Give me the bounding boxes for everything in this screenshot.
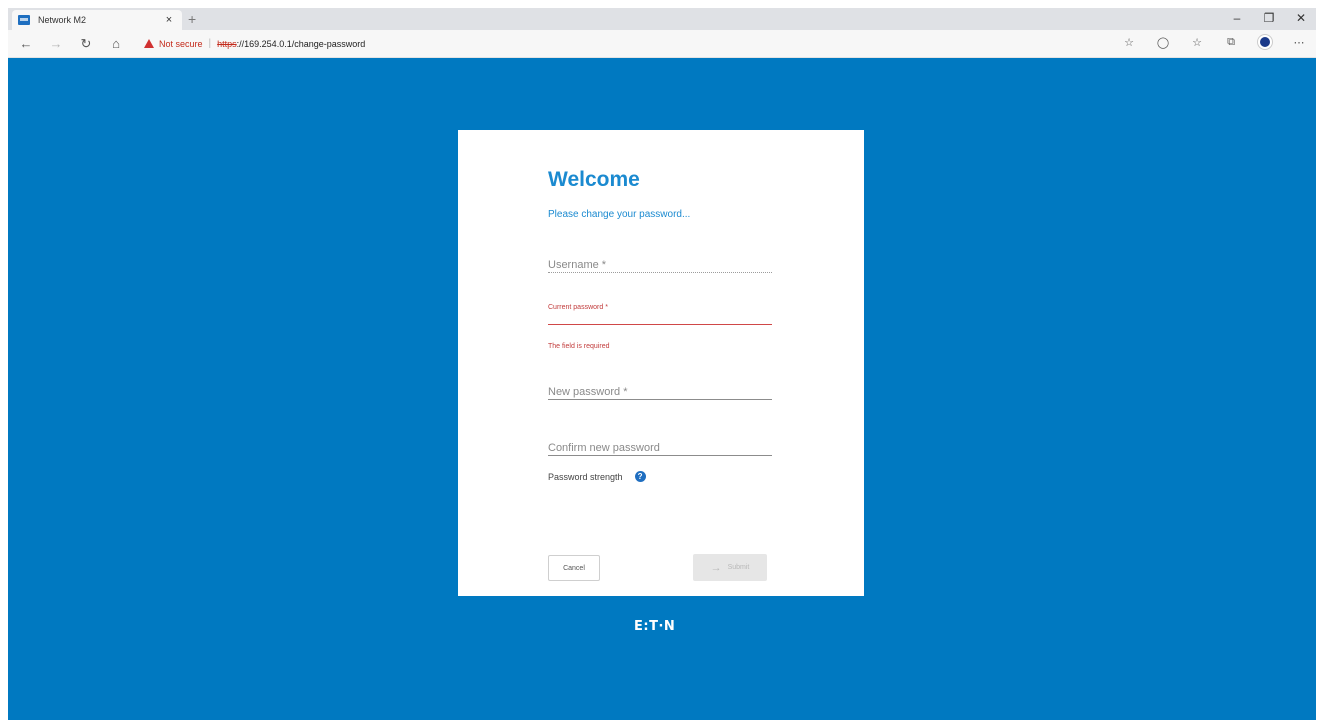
change-password-card: Welcome Please change your password... U… (458, 130, 864, 596)
profile-icon[interactable] (1258, 35, 1272, 49)
current-password-field[interactable]: Current password * (548, 296, 772, 326)
page-title: Welcome (548, 168, 640, 191)
password-strength-label: Password strength (548, 471, 623, 482)
submit-button[interactable]: → Submit (693, 554, 767, 581)
tab-close-icon[interactable]: × (162, 14, 176, 26)
toolbar-right-icons: ☆ ◯ ☆ ⧉ ⋯ (1122, 35, 1306, 49)
username-field[interactable]: Username * (548, 255, 772, 275)
current-password-error-text: The field is required (548, 343, 610, 350)
current-password-underline (548, 324, 772, 325)
site-favicon-icon (18, 15, 30, 25)
window-controls: – ❐ ✕ (1228, 10, 1310, 26)
back-button[interactable]: ← (14, 36, 38, 51)
tab-title: Network M2 (38, 15, 87, 25)
password-strength: Password strength ? (548, 471, 646, 482)
favorites-icon[interactable]: ☆ (1190, 36, 1204, 49)
security-status[interactable]: Not secure (159, 39, 203, 49)
arrow-right-icon: → (710, 561, 722, 574)
collections-icon[interactable]: ⧉ (1224, 36, 1238, 49)
home-button[interactable]: ⌂ (104, 36, 128, 51)
username-underline (548, 272, 772, 273)
url-scheme: https (217, 38, 237, 49)
new-tab-button[interactable]: + (188, 10, 196, 30)
browser-tab[interactable]: Network M2 × (12, 10, 182, 30)
close-window-button[interactable]: ✕ (1292, 10, 1310, 26)
new-password-underline (548, 399, 772, 400)
new-password-field[interactable]: New password * (548, 382, 772, 402)
browser-toolbar: ← → ↻ ⌂ Not secure | https ://169.254.0.… (8, 30, 1316, 58)
more-icon[interactable]: ⋯ (1292, 36, 1306, 49)
confirm-password-placeholder: Confirm new password (548, 442, 660, 454)
confirm-password-underline (548, 455, 772, 456)
refresh-button[interactable]: ↻ (74, 36, 98, 52)
minimize-button[interactable]: – (1228, 10, 1246, 26)
address-separator: | (208, 38, 212, 49)
url-path: ://169.254.0.1/change-password (236, 38, 366, 49)
favorites-add-icon[interactable]: ☆ (1122, 36, 1136, 49)
browser-window: Network M2 × + – ❐ ✕ ← → ↻ ⌂ Not secure … (8, 8, 1316, 720)
current-password-error: The field is required (548, 335, 772, 353)
tab-strip: Network M2 × + – ❐ ✕ (8, 8, 1316, 30)
current-password-label: Current password * (548, 304, 608, 311)
address-bar[interactable]: Not secure | https ://169.254.0.1/change… (144, 38, 365, 49)
confirm-password-field[interactable]: Confirm new password (548, 438, 772, 458)
submit-label: Submit (727, 564, 750, 571)
page-subtitle: Please change your password... (548, 209, 691, 220)
reading-icon[interactable]: ◯ (1156, 36, 1170, 49)
restore-button[interactable]: ❐ (1260, 10, 1278, 26)
help-icon[interactable]: ? (634, 471, 646, 482)
new-password-placeholder: New password * (548, 386, 628, 398)
cancel-button[interactable]: Cancel (548, 555, 600, 581)
forward-button[interactable]: → (44, 36, 68, 51)
warning-icon (144, 39, 154, 48)
eaton-logo: E:T·N (634, 619, 676, 634)
username-placeholder: Username * (548, 259, 607, 271)
